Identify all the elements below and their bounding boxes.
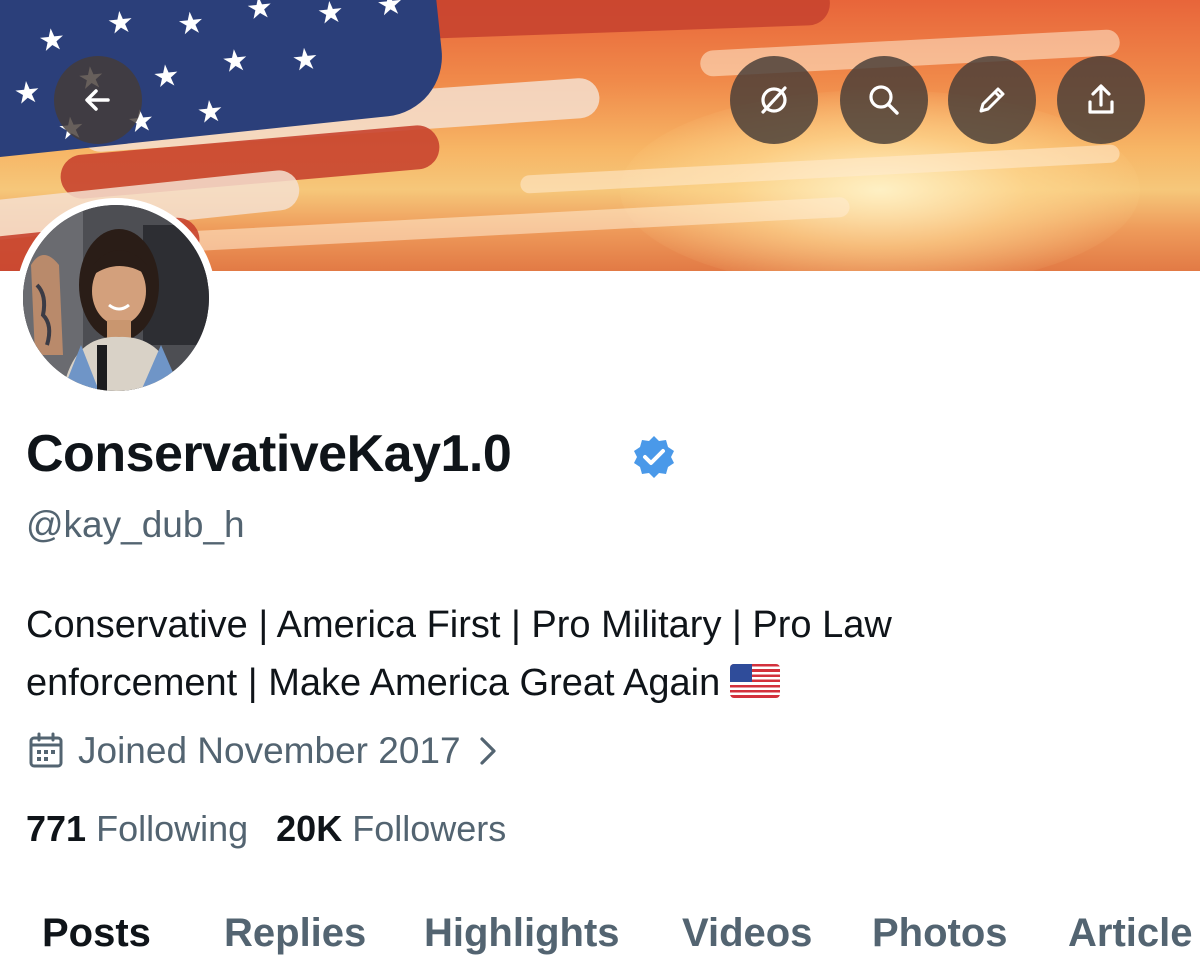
profile-tabs: Posts Replies Highlights Videos Photos A… bbox=[0, 905, 1200, 973]
flag-star: ★ bbox=[151, 58, 182, 95]
following-count: 771 bbox=[26, 808, 87, 849]
flag-star: ★ bbox=[12, 75, 43, 112]
flag-star: ★ bbox=[315, 0, 346, 32]
flag-star: ★ bbox=[195, 94, 226, 131]
share-icon bbox=[1088, 84, 1114, 114]
bio-line-text: enforcement | Make America Great Again bbox=[26, 662, 721, 704]
edit-button[interactable] bbox=[948, 56, 1036, 144]
profile-bio: Conservative | America First | Pro Milit… bbox=[26, 596, 1146, 712]
bio-line: Conservative | America First | Pro Milit… bbox=[26, 604, 892, 646]
followers-link[interactable]: 20K Followers bbox=[276, 808, 506, 850]
joined-date-row[interactable]: Joined November 2017 bbox=[26, 726, 503, 776]
share-button[interactable] bbox=[1057, 56, 1145, 144]
tab-posts[interactable]: Posts bbox=[42, 911, 151, 956]
tab-videos[interactable]: Videos bbox=[682, 911, 812, 956]
follow-stats: 771 Following 20K Followers bbox=[26, 808, 534, 850]
flag-star: ★ bbox=[374, 0, 406, 23]
flag-stripe bbox=[409, 0, 831, 40]
flag-star: ★ bbox=[36, 22, 67, 59]
profile-handle: @kay_dub_h bbox=[26, 504, 245, 545]
bio-line: enforcement | Make America Great Again bbox=[26, 654, 1146, 712]
chevron-right-icon bbox=[479, 737, 496, 765]
followers-count: 20K bbox=[276, 808, 343, 849]
flag-star: ★ bbox=[175, 6, 207, 42]
tab-photos[interactable]: Photos bbox=[872, 911, 1008, 956]
tab-articles[interactable]: Article bbox=[1068, 911, 1193, 956]
edit-icon bbox=[979, 87, 1005, 113]
avatar[interactable] bbox=[16, 198, 216, 398]
search-button[interactable] bbox=[840, 56, 928, 144]
back-arrow-icon bbox=[85, 89, 110, 111]
joined-date-text: Joined November 2017 bbox=[78, 730, 461, 771]
grok-off-button[interactable] bbox=[730, 56, 818, 144]
following-label: Following bbox=[96, 808, 249, 849]
search-icon bbox=[869, 85, 899, 115]
verified-badge-icon[interactable] bbox=[630, 433, 678, 481]
flag-star: ★ bbox=[290, 42, 321, 78]
avatar-photo bbox=[23, 205, 209, 391]
following-link[interactable]: 771 Following bbox=[26, 808, 248, 850]
flag-star: ★ bbox=[219, 43, 251, 80]
flag-star: ★ bbox=[105, 5, 136, 42]
display-name: ConservativeKay1.0 bbox=[26, 425, 512, 483]
tab-highlights[interactable]: Highlights bbox=[424, 911, 620, 956]
back-button[interactable] bbox=[54, 56, 142, 144]
tab-replies[interactable]: Replies bbox=[224, 911, 366, 956]
us-flag-emoji bbox=[730, 664, 781, 698]
followers-label: Followers bbox=[352, 808, 507, 849]
flag-star: ★ bbox=[244, 0, 275, 27]
no-grok-icon bbox=[761, 86, 787, 114]
calendar-icon bbox=[29, 732, 63, 768]
